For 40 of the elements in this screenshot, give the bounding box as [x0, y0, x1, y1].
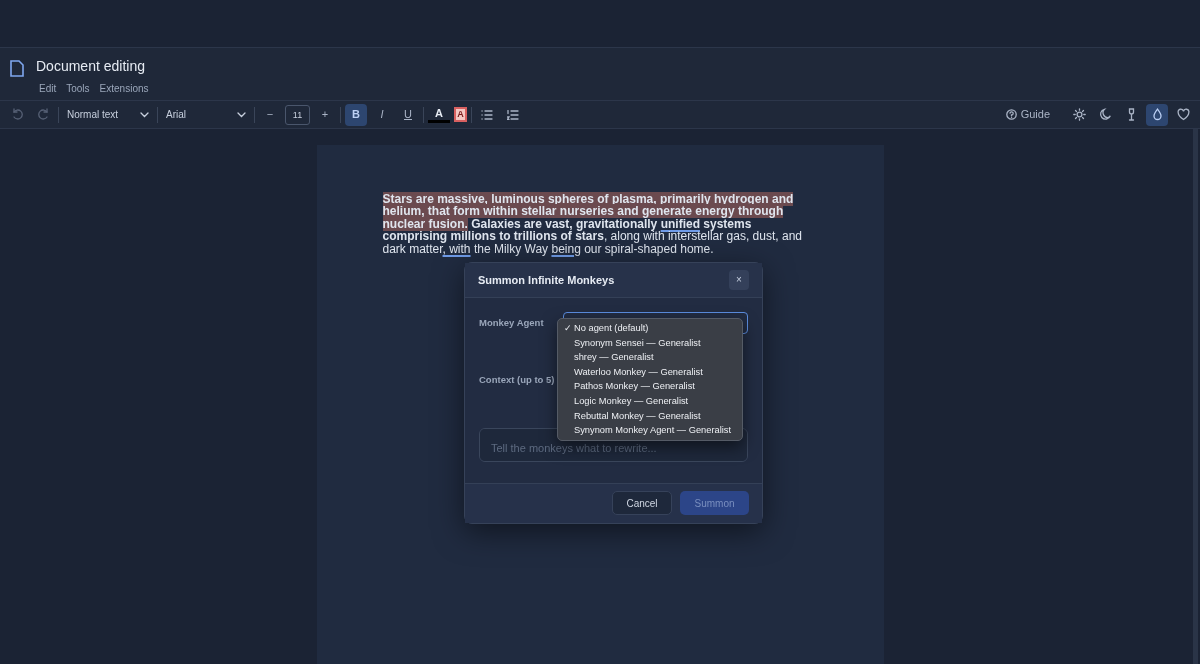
redo-icon [36, 108, 50, 121]
bold-button[interactable]: B [345, 103, 367, 126]
dialog-title: Summon Infinite Monkeys [478, 272, 615, 288]
dropdown-option[interactable]: shrey — Generalist [558, 350, 742, 365]
guide-button[interactable]: Guide [1001, 103, 1054, 126]
undo-icon [10, 108, 24, 121]
increase-button[interactable]: + [314, 103, 336, 126]
menu-item[interactable]: Extensions [96, 81, 152, 96]
caret-icon [237, 111, 246, 118]
bullet-list-icon [481, 109, 493, 120]
text-color-button[interactable]: A [428, 106, 450, 123]
underline-button[interactable]: U [397, 103, 419, 126]
document-title: Document editing [36, 57, 146, 76]
caret-icon [140, 111, 149, 118]
theme-button[interactable] [1146, 103, 1168, 126]
heart-icon [1176, 108, 1190, 121]
menu-item[interactable]: Edit [36, 81, 60, 96]
document-icon [10, 60, 24, 77]
cancel-button[interactable]: Cancel [612, 491, 672, 516]
highlight-color-button[interactable]: A [454, 107, 467, 122]
dropdown-option[interactable]: Pathos Monkey — Generalist [558, 379, 742, 394]
field-label: Monkey Agent [479, 315, 545, 330]
dropdown-option[interactable]: ✓ No agent (default) [558, 321, 742, 336]
menu-item[interactable]: Tools [63, 81, 93, 96]
dropdown-option[interactable]: Rebuttal Monkey — Generalist [558, 408, 742, 424]
close-button[interactable]: × [729, 269, 749, 290]
field-label: Context (up to 5) [479, 373, 555, 385]
dropdown-option[interactable]: Waterloo Monkey — Generalist [558, 364, 742, 380]
help-icon [1005, 109, 1017, 120]
italic-button[interactable]: I [371, 103, 393, 126]
style-select[interactable]: Normal text [63, 107, 153, 122]
dropdown-option[interactable]: Synonym Sensei — Generalist [558, 335, 742, 351]
font-size-field[interactable]: 11 [285, 104, 310, 125]
decrease-button[interactable]: − [259, 103, 281, 126]
font-select[interactable]: Arial [162, 107, 250, 122]
drop-icon [1150, 108, 1164, 121]
numbered-list-icon [507, 109, 519, 120]
dropdown-option[interactable]: Logic Monkey — Generalist [558, 393, 742, 409]
sun-icon [1072, 108, 1086, 121]
moon-icon [1098, 108, 1112, 121]
